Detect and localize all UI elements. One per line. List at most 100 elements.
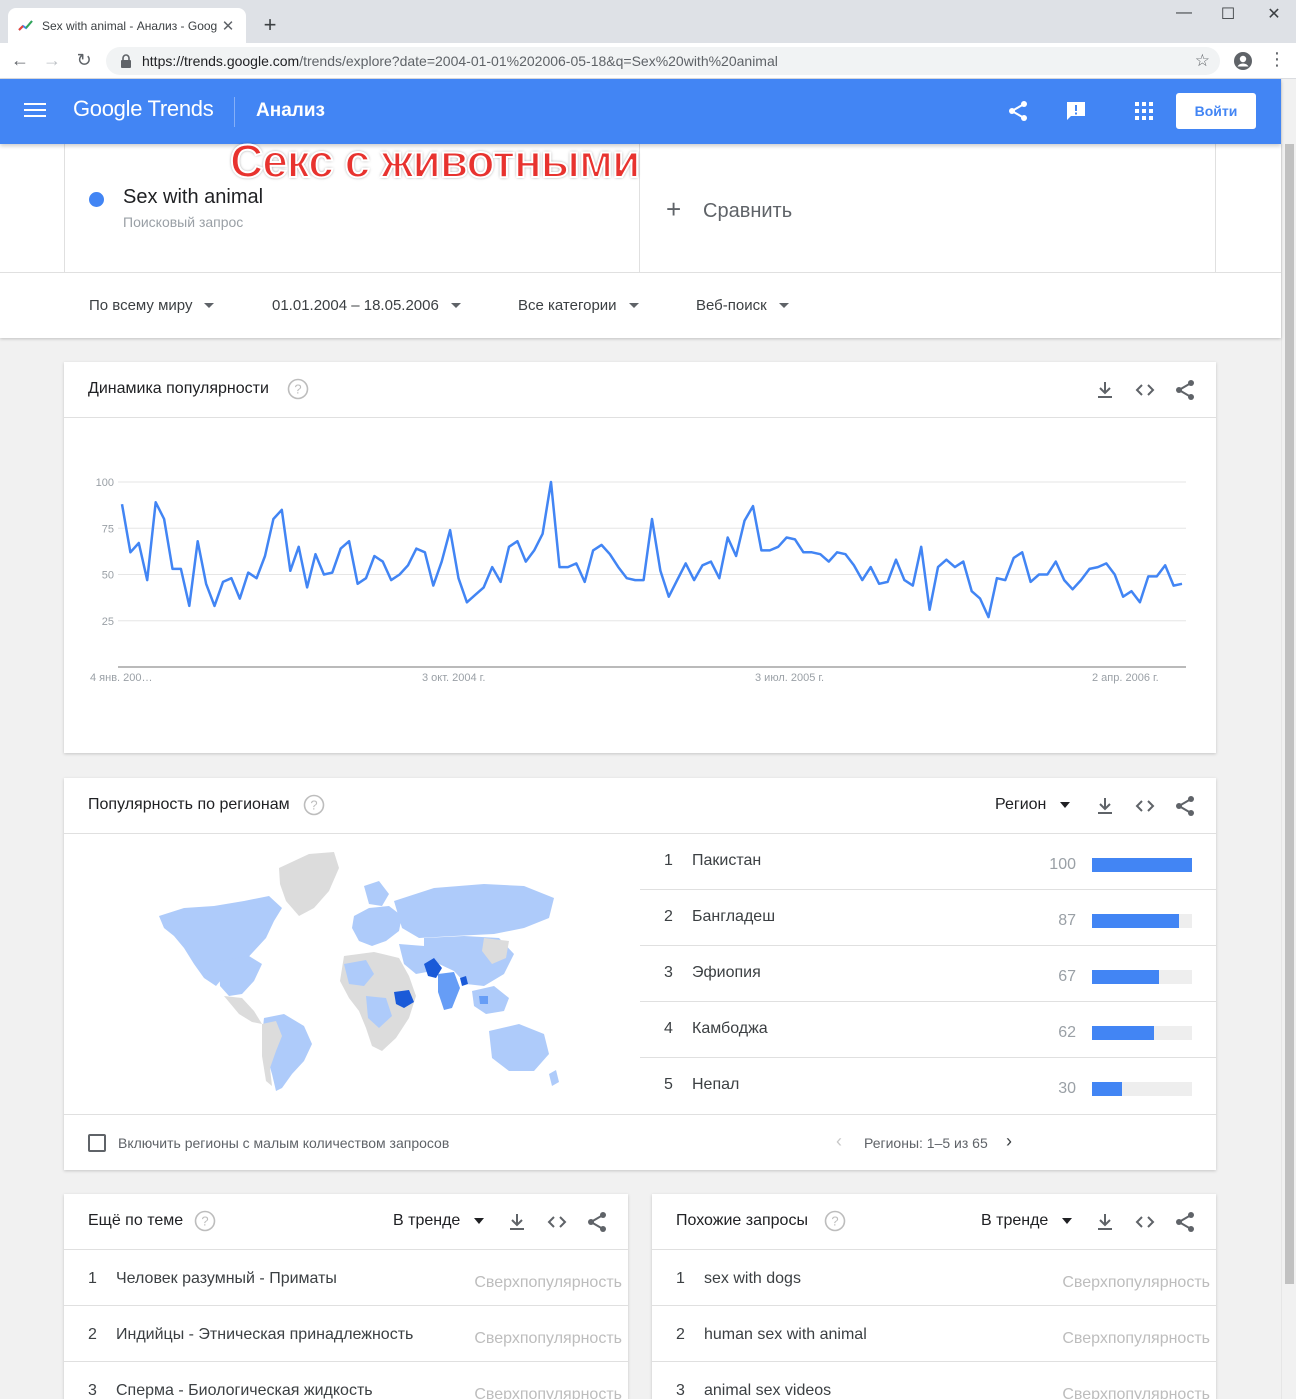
interest-line-chart: 100 75 50 25 4 янв. 200… 3 окт. 2004 г. 3 июл.… (90, 477, 1186, 684)
card-title: Ещё по теме (88, 1212, 184, 1229)
item-rank: 1 (88, 1270, 97, 1287)
signin-button[interactable]: Войти (1176, 93, 1256, 129)
back-icon[interactable]: ← (8, 48, 32, 72)
compare-label: Сравнить (703, 200, 793, 222)
profile-icon[interactable] (1233, 51, 1253, 71)
region-rank: 2 (664, 908, 673, 925)
reload-icon[interactable]: ↻ (72, 48, 96, 72)
card-header: Похожие запросы ? В тренде (652, 1194, 1216, 1250)
region-row[interactable]: 1 Пакистан 100 (640, 834, 1216, 890)
region-bar-track (1092, 1082, 1192, 1096)
region-filter[interactable]: По всему миру (89, 297, 215, 314)
share-icon[interactable] (1006, 99, 1030, 123)
region-card-footer: Включить регионы с малым количеством зап… (64, 1114, 1216, 1170)
region-bar-fill (1092, 970, 1159, 984)
download-icon[interactable] (1093, 378, 1117, 402)
list-item[interactable]: 1 sex with dogs Сверхпопулярность (652, 1250, 1216, 1306)
share-icon[interactable] (585, 1210, 609, 1234)
region-pager: Регионы: 1–5 из 65 (864, 1135, 988, 1151)
region-name: Бангладеш (692, 908, 776, 925)
compare-button[interactable]: + Сравнить (640, 144, 1216, 272)
lock-icon (121, 54, 131, 68)
date-filter-label: 01.01.2004 – 18.05.2006 (272, 297, 439, 314)
page-section-title: Анализ (256, 100, 325, 121)
chevron-down-icon (474, 1218, 485, 1224)
download-icon[interactable] (1093, 794, 1117, 818)
url-host: https://trends.google.com (142, 53, 300, 69)
svg-text:?: ? (294, 382, 301, 397)
share-icon[interactable] (1173, 378, 1197, 402)
queries-sort-dropdown[interactable]: В тренде (981, 1212, 1073, 1230)
help-icon[interactable]: ? (824, 1210, 846, 1232)
topics-sort-dropdown[interactable]: В тренде (393, 1212, 485, 1230)
embed-code-icon[interactable] (1133, 794, 1157, 818)
chevron-down-icon (778, 303, 789, 308)
google-trends-logo[interactable]: Google Trends (73, 96, 214, 122)
help-icon[interactable]: ? (303, 794, 325, 816)
plus-icon: + (666, 194, 682, 224)
share-icon[interactable] (1173, 1210, 1197, 1234)
download-icon[interactable] (505, 1210, 529, 1234)
chevron-down-icon (1060, 802, 1071, 808)
forward-icon[interactable]: → (40, 48, 64, 72)
list-item[interactable]: 3 Сперма - Биологическая жидкость Сверхп… (64, 1362, 628, 1399)
address-bar[interactable]: https://trends.google.com/trends/explore… (106, 47, 1220, 75)
item-rank: 3 (88, 1382, 97, 1399)
embed-code-icon[interactable] (1133, 378, 1157, 402)
date-filter[interactable]: 01.01.2004 – 18.05.2006 (272, 297, 461, 314)
maximize-icon[interactable]: ☐ (1208, 4, 1248, 24)
help-icon[interactable]: ? (287, 378, 309, 400)
embed-code-icon[interactable] (1133, 1210, 1157, 1234)
region-bar-fill (1092, 1026, 1154, 1040)
apps-grid-icon[interactable] (1132, 99, 1156, 123)
dropdown-label: В тренде (393, 1212, 461, 1229)
browser-tab-title: Sex with animal - Анализ - Goog (42, 18, 218, 33)
card-header: Динамика популярности ? (64, 362, 1216, 418)
feedback-icon[interactable] (1064, 99, 1088, 123)
item-value: Сверхпопулярность (1062, 1386, 1210, 1399)
page-scrollbar[interactable] (1281, 79, 1296, 1399)
region-resolution-dropdown[interactable]: Регион (995, 796, 1071, 814)
browser-tab[interactable]: Sex with animal - Анализ - Goog ✕ (8, 8, 246, 43)
header-divider (234, 97, 235, 127)
category-filter[interactable]: Все категории (518, 297, 639, 314)
window-close-icon[interactable]: ✕ (1254, 4, 1294, 24)
hamburger-menu-icon[interactable] (24, 103, 46, 121)
scrollbar-thumb[interactable] (1285, 144, 1294, 1284)
item-name: animal sex videos (704, 1382, 832, 1399)
list-item[interactable]: 1 Человек разумный - Приматы Сверхпопуля… (64, 1250, 628, 1306)
share-icon[interactable] (1173, 794, 1197, 818)
search-term-type: Поисковый запрос (123, 214, 244, 230)
x-tick-label: 3 окт. 2004 г. (422, 672, 485, 684)
minimize-icon[interactable]: — (1164, 4, 1204, 22)
browser-menu-icon[interactable]: ⋮ (1268, 49, 1286, 70)
item-name: Сперма - Биологическая жидкость (116, 1382, 373, 1399)
help-icon[interactable]: ? (194, 1210, 216, 1232)
region-bar-track (1092, 970, 1192, 984)
chevron-right-icon[interactable]: › (1006, 1131, 1012, 1152)
list-item[interactable]: 3 animal sex videos Сверхпопулярность (652, 1362, 1216, 1399)
bookmark-star-icon[interactable]: ☆ (1195, 51, 1210, 71)
search-term-name: Sex with animal (123, 186, 264, 208)
region-row[interactable]: 2 Бангладеш 87 (640, 890, 1216, 946)
region-row[interactable]: 3 Эфиопия 67 (640, 946, 1216, 1002)
list-item[interactable]: 2 human sex with animal Сверхпопулярност… (652, 1306, 1216, 1362)
item-value: Сверхпопулярность (1062, 1274, 1210, 1291)
download-icon[interactable] (1093, 1210, 1117, 1234)
region-row[interactable]: 5 Непал 30 (640, 1058, 1216, 1114)
new-tab-icon[interactable]: + (258, 12, 282, 38)
region-row[interactable]: 4 Камбоджа 62 (640, 1002, 1216, 1058)
tab-close-icon[interactable]: ✕ (220, 17, 236, 35)
list-item[interactable]: 2 Индийцы - Этническая принадлежность Св… (64, 1306, 628, 1362)
trends-header: Google Trends Анализ Войти (0, 79, 1281, 144)
chevron-left-icon[interactable]: ‹ (836, 1131, 842, 1152)
search-type-filter[interactable]: Веб-поиск (696, 297, 789, 314)
embed-code-icon[interactable] (545, 1210, 569, 1234)
world-map[interactable] (154, 846, 564, 1096)
region-name: Камбоджа (692, 1020, 768, 1037)
browser-tab-strip: Sex with animal - Анализ - Goog ✕ + — ☐ … (0, 0, 1296, 43)
item-rank: 2 (676, 1326, 685, 1343)
card-header: Ещё по теме ? В тренде (64, 1194, 628, 1250)
series-line[interactable] (120, 480, 1183, 619)
low-volume-checkbox[interactable] (88, 1134, 106, 1152)
